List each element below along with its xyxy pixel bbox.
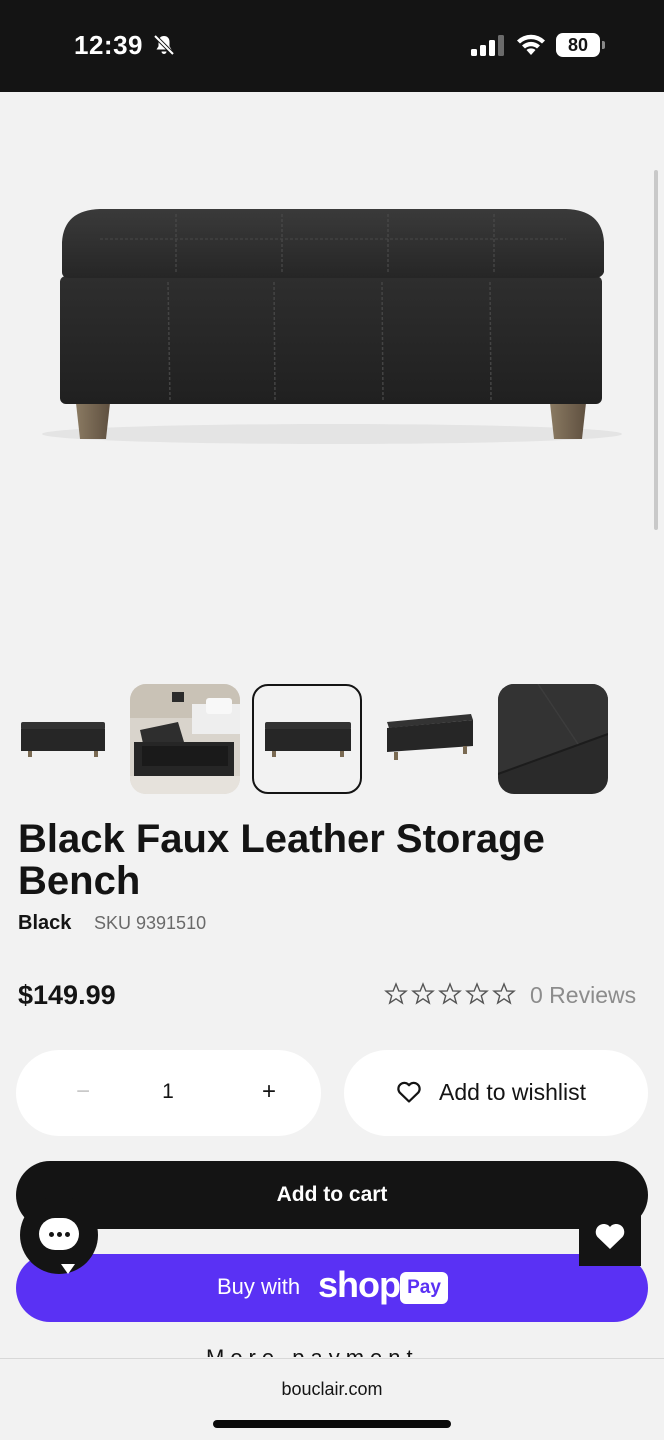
star-empty-icon	[411, 982, 435, 1005]
battery-level: 80	[556, 33, 600, 57]
bench-front-thumbnail	[21, 722, 105, 757]
image-scrollbar[interactable]	[654, 170, 658, 530]
quantity-stepper: − 1 +	[16, 1050, 321, 1136]
thumbnail-5[interactable]	[498, 684, 608, 794]
clock: 12:39	[74, 30, 143, 60]
signal-icon	[471, 35, 504, 56]
browser-address-bar[interactable]: bouclair.com	[0, 1358, 664, 1440]
increase-quantity-button[interactable]: +	[254, 1076, 284, 1108]
buy-with-shop-pay-button[interactable]: Buy with shop Pay	[16, 1254, 648, 1322]
rating-stars[interactable]	[384, 982, 520, 1008]
product-main-image[interactable]	[0, 92, 664, 672]
buy-with-label: Buy with	[217, 1274, 301, 1299]
product-title: Black Faux Leather Storage Bench	[18, 817, 545, 903]
wifi-icon	[517, 34, 545, 55]
thumbnail-strip	[0, 684, 664, 796]
storage-bench-image	[42, 209, 622, 444]
heart-outline-icon	[397, 1081, 421, 1103]
product-page: 12:39 80 Black Faux Leather Storage Benc…	[0, 0, 664, 1440]
star-empty-icon	[438, 982, 462, 1005]
star-empty-icon	[384, 982, 408, 1005]
wishlist-label: Add to wishlist	[439, 1079, 587, 1105]
leather-detail-thumbnail	[498, 684, 608, 794]
variant-name: Black	[18, 912, 72, 934]
sku-label: SKU 9391510	[94, 913, 207, 933]
bench-front-thumbnail	[265, 722, 351, 757]
home-indicator[interactable]	[213, 1420, 451, 1428]
pay-badge: Pay	[400, 1272, 448, 1304]
bell-slash-icon	[153, 34, 175, 56]
status-bar: 12:39 80	[0, 0, 664, 92]
thumbnail-4[interactable]	[375, 684, 485, 794]
thumbnail-3-selected[interactable]	[252, 684, 362, 794]
shop-logo: shop	[318, 1264, 401, 1305]
add-to-wishlist-button[interactable]: Add to wishlist	[344, 1050, 648, 1136]
product-price: $149.99	[18, 980, 116, 1010]
chat-button[interactable]	[20, 1196, 98, 1274]
decrease-quantity-button[interactable]: −	[68, 1076, 98, 1108]
bench-open-angle-thumbnail	[387, 714, 473, 760]
reviews-link[interactable]: 0 Reviews	[530, 982, 636, 1009]
heart-filled-icon	[595, 1223, 625, 1249]
chat-bubble-icon	[39, 1218, 79, 1274]
url-text[interactable]: bouclair.com	[0, 1379, 664, 1400]
star-empty-icon	[465, 982, 489, 1005]
thumbnail-2[interactable]	[130, 684, 240, 794]
add-to-cart-button[interactable]: Add to cart	[16, 1161, 648, 1229]
star-empty-icon	[492, 982, 516, 1005]
thumbnail-1[interactable]	[7, 684, 117, 794]
battery-icon: 80	[556, 33, 606, 57]
floating-wishlist-button[interactable]	[579, 1206, 641, 1266]
quantity-value[interactable]: 1	[148, 1076, 188, 1108]
more-payment-options-link[interactable]: More payment options	[206, 1343, 466, 1357]
bench-open-lifestyle-thumbnail	[130, 684, 240, 794]
